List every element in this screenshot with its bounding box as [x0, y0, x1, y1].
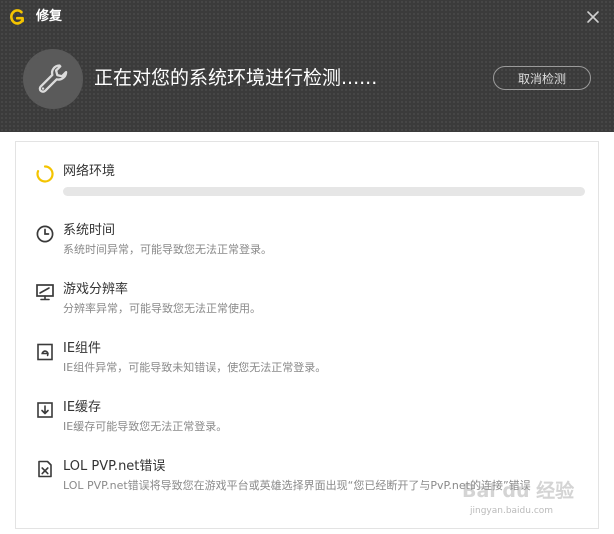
watermark-url: jingyan.baidu.com	[470, 506, 554, 516]
check-title: IE缓存	[63, 400, 102, 415]
check-description: 分辨率异常，可能导致您无法正常使用。	[63, 302, 261, 315]
file-error-icon	[38, 460, 52, 478]
repair-tool-badge	[23, 49, 83, 109]
cancel-detection-button[interactable]: 取消检测	[493, 66, 591, 90]
app-logo-icon	[10, 9, 24, 25]
check-description: IE组件异常，可能导致未知错误，使您无法正常登录。	[63, 361, 327, 374]
monitor-icon	[36, 284, 54, 301]
detection-status-heading: 正在对您的系统环境进行检测......	[94, 67, 378, 89]
check-title: IE组件	[63, 341, 102, 356]
ie-icon	[37, 343, 53, 361]
network-progress-bar	[63, 187, 585, 196]
check-description: IE缓存可能导致您无法正常登录。	[63, 420, 228, 433]
window-header: 修复 正在对您的系统环境进行检测...... 取消检测	[0, 0, 614, 132]
window-title: 修复	[36, 9, 63, 24]
loading-spinner-icon	[36, 165, 54, 183]
download-cache-icon	[37, 402, 53, 418]
check-description: LOL PVP.net错误将导致您在游戏平台或英雄选择界面出现“您已经断开了与P…	[63, 479, 531, 492]
check-description: 系统时间异常，可能导致您无法正常登录。	[63, 243, 272, 256]
close-icon[interactable]	[584, 8, 602, 26]
clock-icon	[36, 225, 54, 243]
check-title: 网络环境	[63, 164, 116, 179]
check-title: 游戏分辨率	[63, 282, 129, 297]
check-title: 系统时间	[63, 223, 116, 238]
wrench-icon	[38, 64, 68, 93]
check-list-panel: 网络环境 系统时间 系统时间异常，可能导致您无法正常登录。 游戏分辨率 分辨率异…	[15, 141, 599, 529]
check-title: LOL PVP.net错误	[63, 459, 166, 474]
watermark-logo: Bai du 经验	[462, 480, 575, 502]
